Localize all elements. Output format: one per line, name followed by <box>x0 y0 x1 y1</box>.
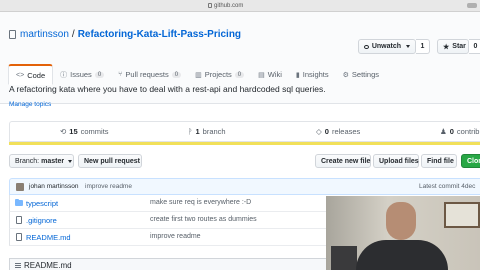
releases-label: releases <box>331 127 361 136</box>
releases-link[interactable]: ◇ 0 releases <box>316 127 360 136</box>
webcam-chair <box>331 246 357 270</box>
file-name-link[interactable]: .gitignore <box>26 216 57 225</box>
repo-nav-tabs: <> Code ⓘ Issues 0 ⑂ Pull requests 0 ▥ P… <box>0 64 386 85</box>
graph-icon: ▮ <box>295 71 300 79</box>
browser-menu-icon[interactable] <box>467 3 477 8</box>
branches-label: branch <box>202 127 226 136</box>
issues-counter: 0 <box>94 71 105 78</box>
unwatch-button[interactable]: Unwatch <box>358 39 416 54</box>
repo-description: A refactoring kata where you have to dea… <box>9 84 326 94</box>
tag-icon: ◇ <box>316 127 322 136</box>
webcam-picture-frame <box>444 202 480 228</box>
tab-wiki-label: Wiki <box>267 70 282 79</box>
tab-settings-label: Settings <box>351 70 380 79</box>
file-icon <box>16 233 22 241</box>
address-bar[interactable]: github.com <box>208 1 268 10</box>
webcam-person-head <box>386 202 416 240</box>
tab-issues[interactable]: ⓘ Issues 0 <box>53 65 111 84</box>
readme-header: README.md <box>9 258 339 270</box>
issue-icon: ⓘ <box>60 71 68 79</box>
tab-settings[interactable]: ⚙ Settings <box>336 65 386 84</box>
file-commit-message[interactable]: make sure req is everywhere :-D <box>150 199 251 206</box>
chevron-down-icon <box>68 159 73 163</box>
tab-code-label: Code <box>27 70 46 80</box>
tab-pull-requests-label: Pull requests <box>125 70 169 79</box>
watch-count[interactable]: 1 <box>416 39 430 54</box>
folder-icon <box>15 199 23 206</box>
commits-link[interactable]: ⟲ 15 commits <box>60 127 109 136</box>
readme-title: README.md <box>24 260 72 270</box>
latest-commit-label[interactable]: Latest commit 4dec <box>419 183 475 190</box>
file-icon <box>16 216 22 224</box>
pull-request-icon: ⑂ <box>118 71 123 78</box>
create-new-file-button[interactable]: Create new file <box>315 154 371 168</box>
contributors-link[interactable]: ♟ 0 contrib <box>440 127 479 136</box>
file-name-link[interactable]: typescript <box>26 199 58 208</box>
commit-tease: johan martinsson improve readme Latest c… <box>9 178 480 195</box>
projects-counter: 0 <box>234 71 245 78</box>
tab-issues-label: Issues <box>70 70 92 79</box>
eye-icon <box>364 44 369 49</box>
repo-owner-link[interactable]: martinsson <box>20 29 69 40</box>
avatar[interactable] <box>16 183 24 191</box>
branches-link[interactable]: ᚹ 1 branch <box>188 127 226 136</box>
branch-icon: ᚹ <box>188 127 193 136</box>
star-count[interactable]: 0 <box>469 39 480 54</box>
repo-book-icon <box>9 30 16 39</box>
history-icon: ⟲ <box>60 127 67 136</box>
releases-count: 0 <box>324 127 329 136</box>
tab-insights-label: Insights <box>302 70 329 79</box>
contributors-label: contrib <box>456 127 480 136</box>
file-commit-message[interactable]: improve readme <box>150 233 201 240</box>
numbers-summary: ⟲ 15 commits ᚹ 1 branch ◇ 0 releases ♟ 0… <box>9 121 480 142</box>
tab-projects[interactable]: ▥ Projects 0 <box>188 65 251 84</box>
pull-requests-counter: 0 <box>171 71 182 78</box>
branch-select-value: master <box>41 157 65 165</box>
star-button[interactable]: ★ Star <box>437 39 469 54</box>
branch-select-button[interactable]: Branch: master <box>9 154 74 168</box>
file-name-link[interactable]: README.md <box>26 233 71 242</box>
commits-label: commits <box>80 127 109 136</box>
repo-title-separator: / <box>71 29 75 40</box>
tab-pull-requests[interactable]: ⑂ Pull requests 0 <box>111 65 188 84</box>
code-icon: <> <box>16 71 25 79</box>
gear-icon: ⚙ <box>342 71 349 79</box>
file-commit-message[interactable]: create first two routes as dummies <box>150 216 257 223</box>
commit-message-link[interactable]: improve readme <box>85 183 132 190</box>
tab-code[interactable]: <> Code <box>8 64 54 85</box>
find-file-button[interactable]: Find file <box>421 154 457 168</box>
project-icon: ▥ <box>195 71 202 79</box>
clone-download-button[interactable]: Clon <box>461 154 480 168</box>
tab-insights[interactable]: ▮ Insights <box>289 65 336 84</box>
new-pull-request-button[interactable]: New pull request <box>78 154 142 168</box>
star-icon: ★ <box>443 43 450 51</box>
branch-select-label: Branch: <box>15 157 40 165</box>
repo-title: martinsson / Refactoring-Kata-Lift-Pass-… <box>9 29 241 40</box>
wiki-icon: ▤ <box>258 71 265 79</box>
chevron-down-icon <box>406 45 410 48</box>
star-label: Star <box>452 43 466 50</box>
tab-wiki[interactable]: ▤ Wiki <box>251 65 289 84</box>
upload-files-button[interactable]: Upload files <box>373 154 419 168</box>
language-bar <box>9 142 480 145</box>
webcam-person-body <box>356 240 448 270</box>
repo-name-link[interactable]: Refactoring-Kata-Lift-Pass-Pricing <box>78 29 241 40</box>
commits-count: 15 <box>69 127 78 136</box>
webcam-overlay <box>326 196 480 270</box>
address-bar-url: github.com <box>214 2 244 9</box>
branches-count: 1 <box>195 127 200 136</box>
people-icon: ♟ <box>440 127 447 136</box>
commit-author-link[interactable]: johan martinsson <box>29 183 79 190</box>
unwatch-label: Unwatch <box>371 43 401 50</box>
manage-topics-link[interactable]: Manage topics <box>9 101 51 108</box>
lock-icon <box>208 3 212 8</box>
list-icon <box>15 262 21 268</box>
browser-toolbar: github.com <box>0 0 480 12</box>
tab-projects-label: Projects <box>204 70 232 79</box>
contributors-count: 0 <box>449 127 454 136</box>
